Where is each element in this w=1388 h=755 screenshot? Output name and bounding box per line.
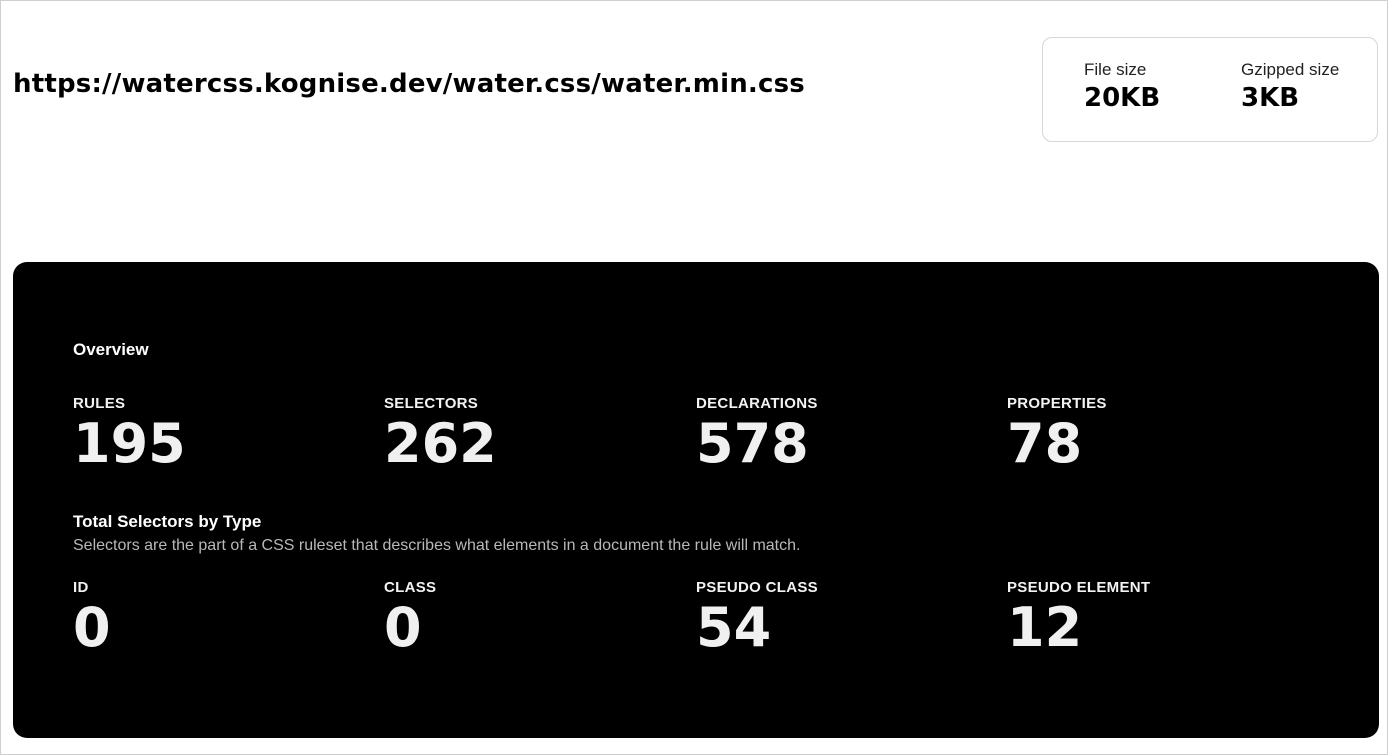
pseudo-class-selectors-value: 54 [696,596,772,659]
gzipped-size-stat: Gzipped size 3KB [1241,60,1339,113]
gzipped-size-value: 3KB [1241,83,1300,113]
file-size-card: File size 20KB Gzipped size 3KB [1042,37,1378,142]
selectors-by-type-heading: Total Selectors by Type [73,512,262,531]
declarations-label: DECLARATIONS [696,395,818,412]
pseudo-class-selectors-label: PSEUDO CLASS [696,579,818,596]
properties-label: PROPERTIES [1007,395,1107,412]
file-size-stat: File size 20KB [1084,60,1160,113]
rules-value: 195 [73,412,186,475]
file-size-value: 20KB [1084,83,1161,113]
properties-stat: PROPERTIES 78 [1007,395,1107,474]
pseudo-element-selectors-label: PSEUDO ELEMENT [1007,579,1151,596]
pseudo-class-selectors-stat: PSEUDO CLASS 54 [696,579,818,658]
id-selectors-value: 0 [73,596,111,659]
class-selectors-label: CLASS [384,579,437,596]
gzipped-size-label: Gzipped size [1241,60,1340,79]
declarations-stat: DECLARATIONS 578 [696,395,818,474]
pseudo-element-selectors-stat: PSEUDO ELEMENT 12 [1007,579,1150,658]
selectors-label: SELECTORS [384,395,479,412]
rules-stat: RULES 195 [73,395,186,474]
rules-label: RULES [73,395,126,412]
selectors-stat: SELECTORS 262 [384,395,497,474]
class-selectors-value: 0 [384,596,422,659]
declarations-value: 578 [696,412,809,475]
overview-heading: Overview [73,340,149,359]
class-selectors-stat: CLASS 0 [384,579,436,658]
selectors-by-type-description: Selectors are the part of a CSS ruleset … [73,537,801,554]
selectors-value: 262 [384,412,497,475]
file-size-label: File size [1084,60,1147,79]
pseudo-element-selectors-value: 12 [1007,596,1083,659]
id-selectors-stat: ID 0 [73,579,111,658]
stats-panel: Overview RULES 195 SELECTORS 262 DECLARA… [13,262,1379,738]
id-selectors-label: ID [73,579,89,596]
properties-value: 78 [1007,412,1083,475]
stylesheet-url-title: https://watercss.kognise.dev/water.css/w… [13,69,805,99]
